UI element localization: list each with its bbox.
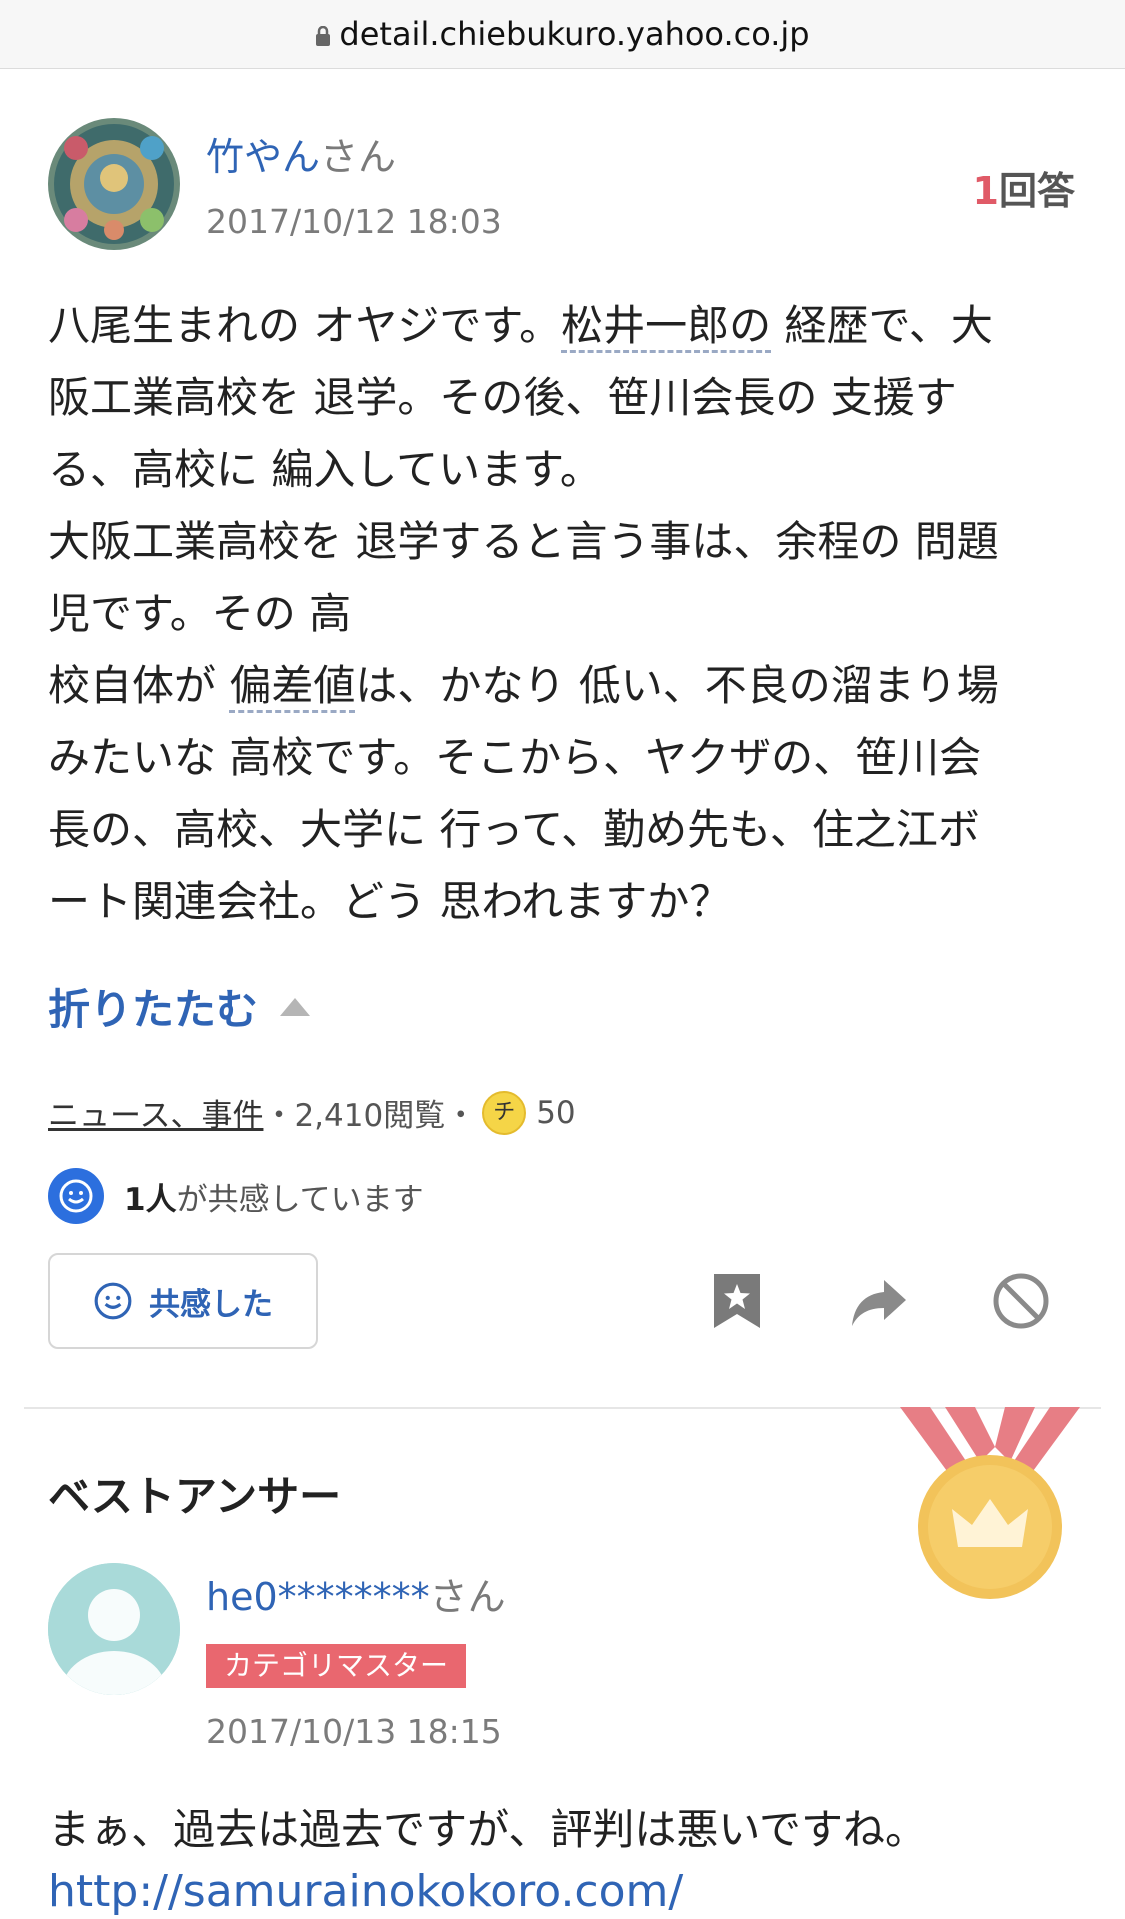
keyword-link-hensachi[interactable]: 偏差値 (229, 661, 356, 713)
empathy-text: が共感しています (176, 1181, 424, 1218)
honorific: さん (429, 1575, 506, 1619)
empathy-count: 1人 (124, 1181, 177, 1218)
empathy-button-label: 共感した (149, 1286, 273, 1323)
answerer-avatar[interactable] (48, 1563, 180, 1695)
address-bar[interactable]: detail.chiebukuro.yahoo.co.jp (0, 0, 1125, 69)
chevron-up-icon (280, 998, 311, 1016)
answer-count-number: 1 (972, 169, 999, 213)
share-arrow-icon[interactable] (848, 1270, 910, 1332)
medal-crown-icon (900, 1407, 1080, 1599)
empathy-button[interactable]: 共感した (48, 1253, 318, 1349)
questioner-username[interactable]: 竹やん (206, 135, 320, 179)
question-text-1: 八尾生まれの オヤジです。 (48, 301, 562, 350)
fold-toggle[interactable]: 折りたたむ (48, 976, 311, 1037)
coin-amount: 50 (536, 1094, 576, 1131)
avatar-image (48, 118, 180, 250)
questioner-avatar[interactable] (48, 118, 180, 250)
separator: ・ (263, 1098, 295, 1134)
coin-icon: チ (482, 1090, 527, 1135)
category-link[interactable]: ニュース、事件 (48, 1090, 263, 1135)
answer-count-label: 回答 (998, 169, 1075, 213)
keyword-link-matsui[interactable]: 松井一郎の (561, 301, 772, 353)
smile-icon (48, 1168, 104, 1224)
smile-icon (94, 1282, 132, 1320)
questioner-name[interactable]: 竹やんさん (206, 126, 396, 181)
answerer-username[interactable]: he0******** (206, 1575, 430, 1619)
best-answer-title: ベストアンサー (48, 1472, 342, 1521)
separator: ・ (445, 1098, 477, 1134)
answer-count: 1回答 (973, 160, 1075, 215)
fold-label: 折りたたむ (48, 985, 259, 1034)
answer-link[interactable]: http://samurainokokoro.com/ (48, 1866, 683, 1917)
block-icon[interactable] (990, 1270, 1052, 1332)
question-text-2: 経歴で、大 阪工業高校を 退学。その後、笹川会長の 支援す る、高校に 編入して… (48, 301, 999, 710)
answer-body: まぁ、過去は過去ですが、評判は悪いですね。 (48, 1805, 928, 1854)
question-meta: ニュース、事件 ・ 2,410閲覧 ・ チ 50 (48, 1090, 576, 1135)
lock-icon (316, 26, 331, 46)
question-date: 2017/10/12 18:03 (206, 202, 502, 241)
question-body: 八尾生まれの オヤジです。松井一郎の 経歴で、大 阪工業高校を 退学。その後、笹… (48, 290, 1078, 938)
bookmark-star-icon[interactable] (706, 1270, 768, 1332)
answerer-name[interactable]: he0********さん (206, 1566, 506, 1621)
url-text: detail.chiebukuro.yahoo.co.jp (339, 15, 810, 53)
honorific: さん (320, 135, 397, 179)
category-master-badge: カテゴリマスター (206, 1644, 467, 1688)
view-count: 2,410閲覧 (294, 1098, 446, 1134)
default-avatar-icon (48, 1563, 180, 1695)
empathy-summary: 1人 が共感しています (48, 1168, 424, 1224)
answer-date: 2017/10/13 18:15 (206, 1712, 502, 1751)
